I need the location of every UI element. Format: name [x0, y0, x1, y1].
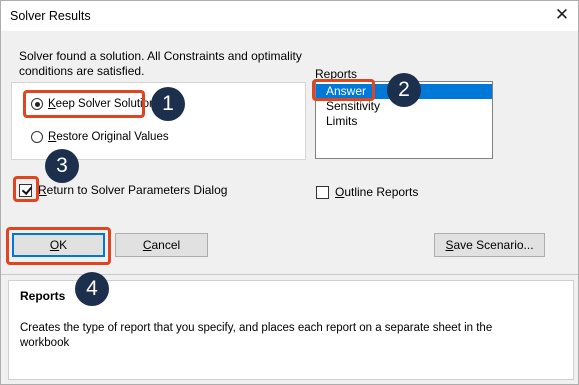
- help-description: Creates the type of report that you spec…: [20, 321, 560, 351]
- keep-solution-radio[interactable]: [31, 98, 43, 110]
- annotation-badge-4: 4: [75, 272, 109, 306]
- return-to-parameters-label: Return to Solver Parameters Dialog: [38, 183, 228, 197]
- result-message-line-1: Solver found a solution. All Constraints…: [19, 49, 302, 63]
- restore-original-values-option[interactable]: Restore Original Values: [31, 131, 169, 143]
- restore-original-radio[interactable]: [31, 131, 43, 143]
- close-icon[interactable]: ✕: [551, 4, 573, 26]
- outline-reports-label: Outline Reports: [335, 185, 419, 199]
- title-bar: Solver Results ✕: [1, 1, 578, 31]
- save-scenario-button[interactable]: Save Scenario...: [434, 233, 545, 257]
- keep-solution-label: Keep Solver Solution: [48, 98, 156, 110]
- window-title: Solver Results: [10, 9, 91, 23]
- ok-button[interactable]: OK: [12, 233, 105, 257]
- return-to-parameters-checkbox[interactable]: [19, 183, 32, 197]
- annotation-badge-1: 1: [151, 87, 185, 121]
- outline-reports-option[interactable]: Outline Reports: [316, 185, 418, 199]
- help-description-line-2: workbook: [20, 337, 70, 349]
- result-message: Solver found a solution. All Constraints…: [19, 49, 309, 79]
- help-title: Reports: [20, 289, 66, 303]
- annotation-badge-2: 2: [387, 73, 421, 107]
- help-description-line-1: Creates the type of report that you spec…: [20, 322, 493, 334]
- return-to-parameters-option[interactable]: Return to Solver Parameters Dialog: [19, 183, 227, 197]
- annotation-badge-3: 3: [45, 149, 79, 183]
- solver-results-dialog: Solver Results ✕ Solver found a solution…: [0, 0, 579, 385]
- restore-original-label: Restore Original Values: [48, 131, 169, 143]
- outline-reports-checkbox[interactable]: [316, 185, 329, 199]
- result-message-line-2: conditions are satisfied.: [19, 64, 145, 78]
- cancel-button[interactable]: Cancel: [115, 233, 208, 257]
- keep-solver-solution-option[interactable]: Keep Solver Solution: [31, 98, 155, 110]
- reports-label: Reports: [315, 67, 358, 81]
- report-item-limits[interactable]: Limits: [316, 114, 492, 129]
